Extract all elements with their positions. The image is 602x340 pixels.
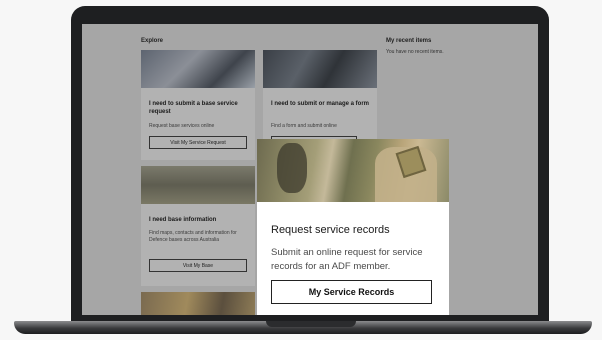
image-shape [277,143,307,193]
visit-my-base-button[interactable]: Visit My Base [149,259,247,272]
laptop-notch [266,321,356,327]
my-service-records-button[interactable]: My Service Records [271,280,432,304]
explore-heading: Explore [141,38,164,44]
card-description: Find maps, contacts and information for … [149,230,237,243]
recent-items-empty: You have no recent items. [386,49,444,55]
card-image [141,50,255,88]
card-image [141,166,255,204]
laptop-screen: Explore My recent items You have no rece… [82,24,538,315]
card-description: Submit an online request for service rec… [271,247,423,272]
card-description: Find a form and submit online [271,123,337,129]
card-title: I need to submit a base service request [149,101,238,115]
explore-card-service-request: I need to submit a base service request … [141,50,255,160]
card-description: Request base services online [149,123,215,129]
card-title: I need to submit or manage a form [271,101,370,107]
explore-card-base-info: I need base information Find maps, conta… [141,166,255,286]
card-image [141,292,255,315]
visit-my-service-request-button[interactable]: Visit My Service Request [149,136,247,149]
service-records-card: Request service records Submit an online… [257,139,449,315]
card-title: I need base information [149,217,217,223]
explore-card-partial [141,292,255,315]
card-title: Request service records [271,224,390,236]
soldier-uniform-image [257,139,449,202]
card-image [263,50,377,88]
recent-items-heading: My recent items [386,38,432,44]
